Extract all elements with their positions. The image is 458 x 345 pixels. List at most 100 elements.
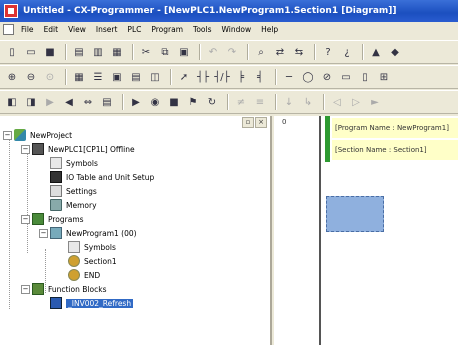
play-icon[interactable]: ► [367, 94, 383, 110]
zoom-out-icon[interactable]: ⊖ [23, 69, 39, 85]
force-icon[interactable]: ⚑ [185, 94, 201, 110]
list-icon[interactable]: ☰ [90, 69, 106, 85]
set-icon[interactable]: ≡ [252, 94, 268, 110]
menu-tools[interactable]: Tools [188, 25, 216, 34]
tree-node[interactable]: END [57, 268, 100, 282]
monitor-mode-icon[interactable]: ◉ [147, 94, 163, 110]
function-block-icon [50, 297, 62, 309]
coil-icon[interactable]: ◯ [300, 69, 316, 85]
contact-no-icon[interactable]: ┤├ [195, 69, 211, 85]
menu-view[interactable]: View [63, 25, 91, 34]
back-icon[interactable]: ◁ [329, 94, 345, 110]
redo-icon[interactable]: ↷ [224, 44, 240, 60]
step-over-icon[interactable]: ↳ [300, 94, 316, 110]
menu-plc[interactable]: PLC [122, 25, 146, 34]
collapse-icon[interactable]: − [21, 214, 30, 224]
paste-icon[interactable]: ▣ [176, 44, 192, 60]
watch-icon[interactable]: ◫ [147, 69, 163, 85]
zoom-in-icon[interactable]: ⊕ [4, 69, 20, 85]
undo-icon[interactable]: ↶ [205, 44, 221, 60]
tree-node[interactable]: − Programs [21, 212, 84, 226]
pointer-icon[interactable]: ➚ [176, 69, 192, 85]
step-icon[interactable]: ↓ [281, 94, 297, 110]
print-preview-icon[interactable]: ▤ [71, 44, 87, 60]
coil-nc-icon[interactable]: ⊘ [319, 69, 335, 85]
tree-node[interactable]: Symbols [57, 240, 116, 254]
menu-program[interactable]: Program [146, 25, 188, 34]
forward-icon[interactable]: ▷ [348, 94, 364, 110]
diff-icon[interactable]: ≠ [233, 94, 249, 110]
warning-icon[interactable]: ▲ [368, 44, 384, 60]
menu-edit[interactable]: Edit [39, 25, 64, 34]
replace-icon[interactable]: ⇄ [272, 44, 288, 60]
title-bar[interactable]: Untitled - CX-Programmer - [NewPLC1.NewP… [0, 0, 458, 22]
dock-icon[interactable]: ▫ [242, 117, 254, 128]
save-icon[interactable]: ■ [42, 44, 58, 60]
table-icon[interactable]: ▤ [128, 69, 144, 85]
collapse-icon[interactable]: − [21, 284, 30, 294]
tree-node-label: NewPLC1[CP1L] Offline [48, 144, 135, 154]
close-icon[interactable]: × [255, 117, 267, 128]
tree-node[interactable]: _INV002_Refresh [39, 296, 134, 310]
rung-number-column: 0 [274, 116, 321, 345]
menu-window[interactable]: Window [217, 25, 257, 34]
transfer-to-icon[interactable]: ▶ [42, 94, 58, 110]
tree-node[interactable]: − NewProgram1 (00) [39, 226, 137, 240]
tree-node[interactable]: Memory [39, 198, 97, 212]
counter-icon[interactable]: ▯ [357, 69, 373, 85]
app-icon[interactable] [4, 4, 18, 18]
section-icon [68, 255, 80, 267]
open-icon[interactable]: ▭ [23, 44, 39, 60]
offline-icon[interactable]: ◨ [23, 94, 39, 110]
symbols-icon [50, 157, 62, 169]
collapse-icon[interactable]: − [21, 144, 30, 154]
timer-icon[interactable]: ⊞ [376, 69, 392, 85]
contact-ornc-icon[interactable]: ╡ [252, 69, 268, 85]
tree-node[interactable]: Settings [39, 184, 97, 198]
menu-insert[interactable]: Insert [91, 25, 123, 34]
tree-node[interactable]: Section1 [57, 254, 117, 268]
compare-icon[interactable]: ⇔ [80, 94, 96, 110]
tree-node[interactable]: − NewProject [3, 128, 72, 142]
collapse-icon[interactable]: − [39, 228, 48, 238]
cut-icon[interactable]: ✂ [138, 44, 154, 60]
new-icon[interactable]: ▯ [4, 44, 20, 60]
instruction-icon[interactable]: ▭ [338, 69, 354, 85]
copy-icon[interactable]: ⧉ [157, 44, 173, 60]
line-icon[interactable]: ─ [281, 69, 297, 85]
find-icon[interactable]: ⌕ [253, 44, 269, 60]
standard-toolbar: ▯ ▭ ■ ▤ ▥ ▦ ✂ ⧉ ▣ ↶ ↷ ⌕ ⇄ ⇆? ¿ ▲ ◆ [0, 40, 458, 64]
preview-icon[interactable]: ▦ [109, 44, 125, 60]
tree-node[interactable]: − Function Blocks [21, 282, 106, 296]
section-name-comment[interactable]: [Section Name : Section1] [332, 140, 458, 160]
menu-help[interactable]: Help [256, 25, 283, 34]
cross-ref-icon[interactable]: ⇆ [291, 44, 307, 60]
cycle-icon[interactable]: ↻ [204, 94, 220, 110]
tree-node[interactable]: IO Table and Unit Setup [39, 170, 154, 184]
program-mode-icon[interactable]: ■ [166, 94, 182, 110]
contact-or-icon[interactable]: ╞ [233, 69, 249, 85]
online-icon[interactable]: ◧ [4, 94, 20, 110]
transfer-from-icon[interactable]: ◀ [61, 94, 77, 110]
tree-node[interactable]: Symbols [39, 156, 98, 170]
toolbar-separator [323, 94, 325, 110]
bell-icon[interactable]: ◆ [387, 44, 403, 60]
rung-number: 0 [282, 118, 287, 126]
document-icon[interactable] [3, 24, 14, 35]
tree-node[interactable]: − NewPLC1[CP1L] Offline [21, 142, 135, 156]
collapse-icon[interactable]: − [3, 130, 12, 140]
context-help-icon[interactable]: ¿ [339, 44, 355, 60]
program-name-comment[interactable]: [Program Name : NewProgram1] [332, 118, 458, 138]
ladder-cursor[interactable] [326, 196, 384, 232]
menu-file[interactable]: File [16, 25, 39, 34]
grid-icon[interactable]: ▦ [71, 69, 87, 85]
run-icon[interactable]: ▶ [128, 94, 144, 110]
monitor-icon[interactable]: ▣ [109, 69, 125, 85]
ladder-diagram-view[interactable]: 0 [Program Name : NewProgram1] [Section … [274, 116, 458, 345]
tree-node-label: IO Table and Unit Setup [66, 172, 155, 182]
zoom-fit-icon[interactable]: ⊙ [42, 69, 58, 85]
print-icon[interactable]: ▥ [90, 44, 106, 60]
contact-nc-icon[interactable]: ┤/├ [214, 69, 230, 85]
mode-icon[interactable]: ▤ [99, 94, 115, 110]
help-icon[interactable]: ? [320, 44, 336, 60]
